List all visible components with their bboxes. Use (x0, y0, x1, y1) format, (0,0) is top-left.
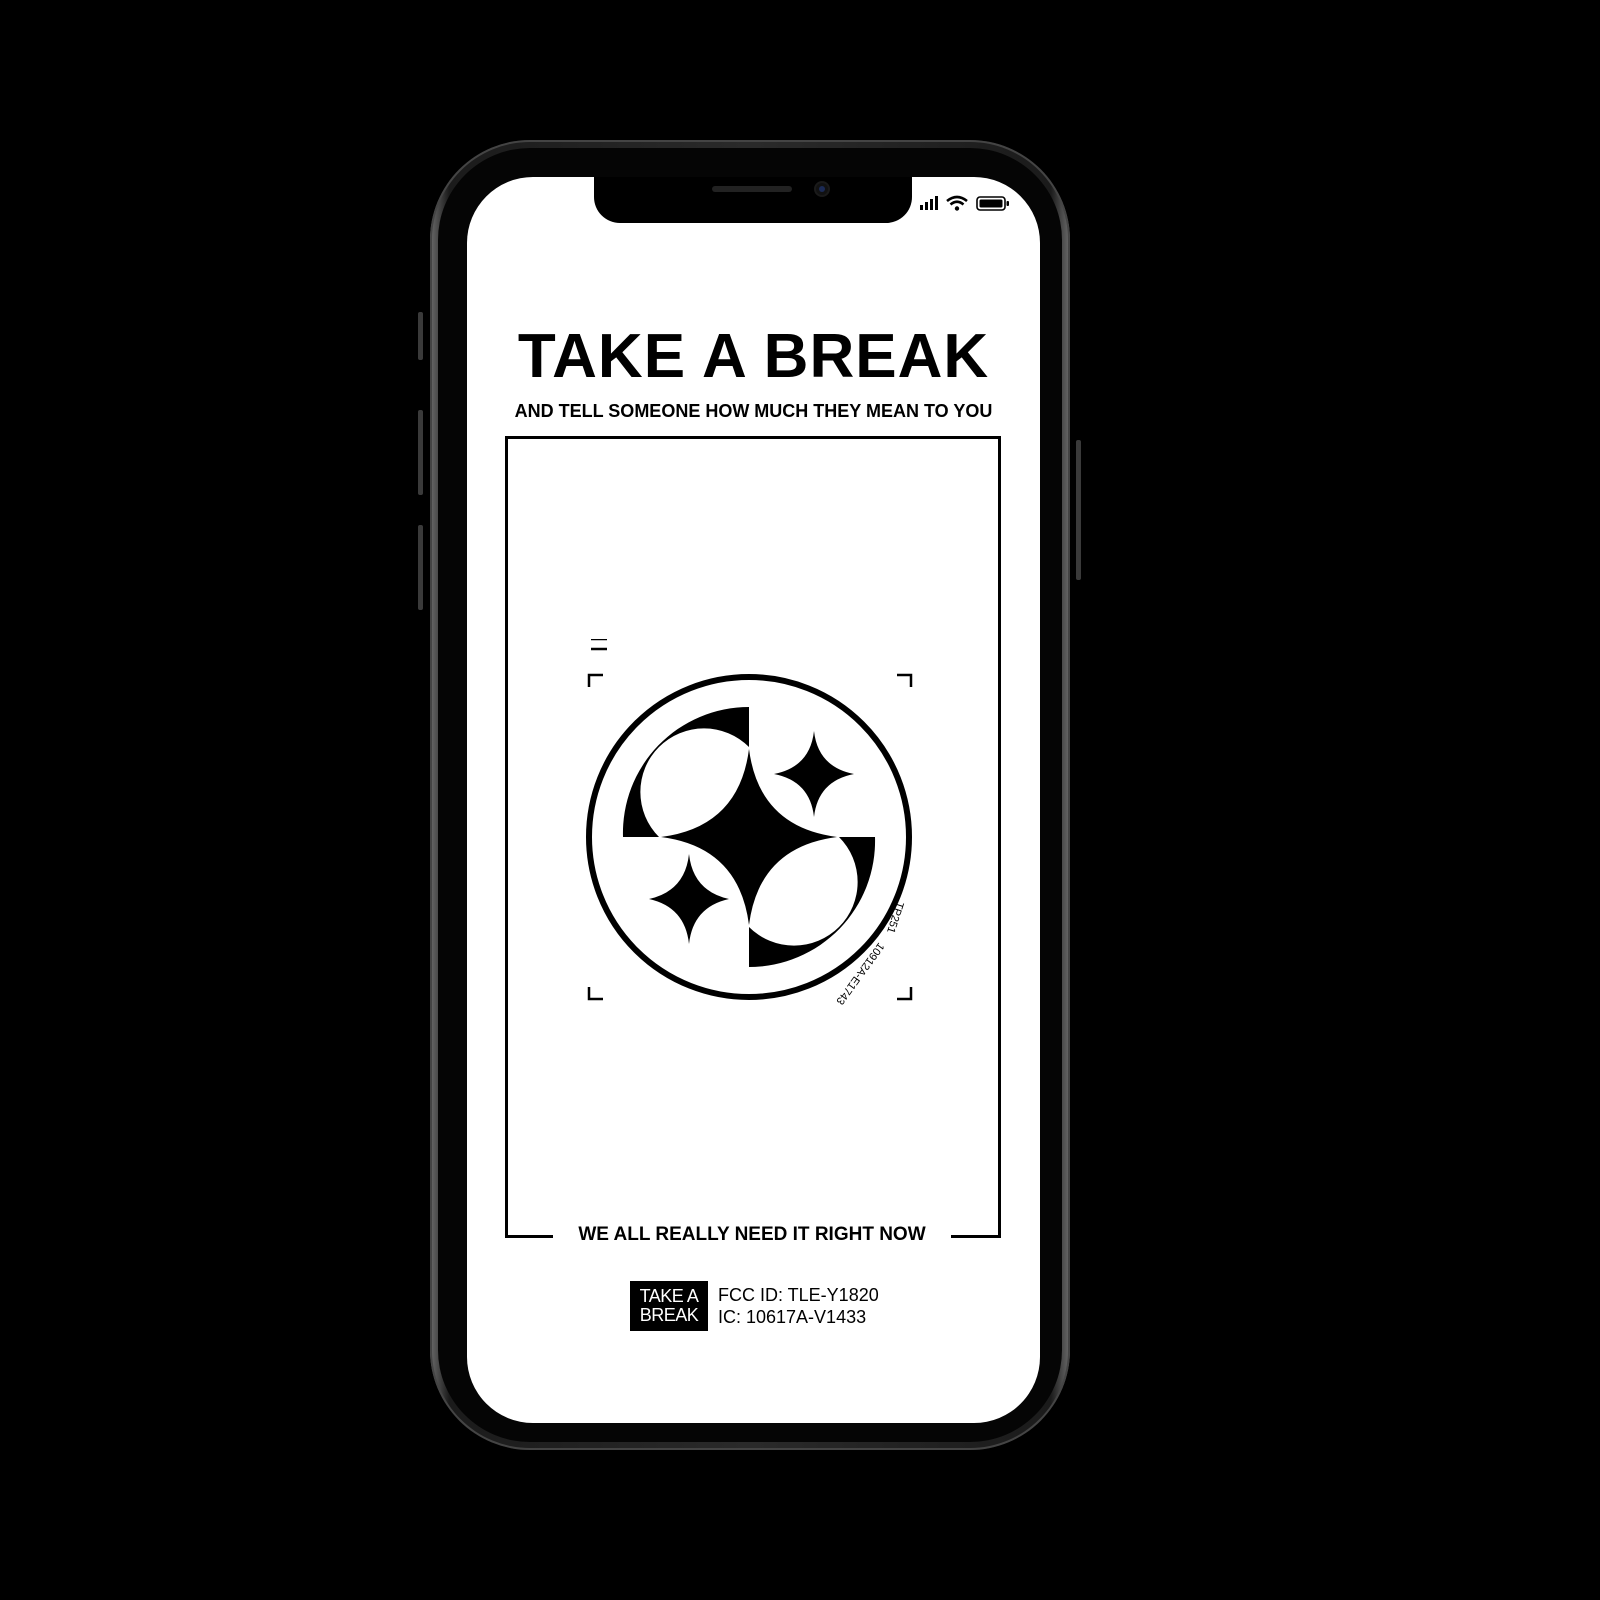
fcc-id: FCC ID: TLE-Y1820 (718, 1285, 879, 1305)
mute-switch (418, 312, 423, 360)
volume-up-button (418, 410, 423, 495)
star-emblem: TP251 10912A-E1743 (586, 639, 913, 1007)
frame-bottom-right-rule (951, 1235, 998, 1238)
subheadline: AND TELL SOMEONE HOW MUCH THEY MEAN TO Y… (514, 401, 993, 421)
badge-line-2: BREAK (639, 1305, 699, 1325)
headline: TAKE A BREAK (517, 322, 990, 391)
earpiece-speaker (712, 186, 792, 192)
wifi-icon (946, 195, 968, 211)
badge-line-1: TAKE A (639, 1286, 699, 1306)
notch (594, 177, 912, 223)
frame-bottom-left-rule (505, 1235, 553, 1238)
front-camera-icon (816, 183, 828, 195)
ic-id: IC: 10617A-V1433 (718, 1307, 867, 1327)
take-a-break-badge: TAKE A BREAK (630, 1281, 708, 1331)
tagline: WE ALL REALLY NEED IT RIGHT NOW (578, 1224, 926, 1245)
regulatory-ids: FCC ID: TLE-Y1820 IC: 10617A-V1433 (718, 1284, 879, 1328)
small-star-icon (649, 854, 729, 944)
small-star-icon (774, 731, 854, 817)
status-bar (920, 195, 1009, 211)
phone-screen: TAKE A BREAK AND TELL SOMEONE HOW MUCH T… (467, 177, 1040, 1423)
power-button (1076, 440, 1081, 580)
volume-down-button (418, 525, 423, 610)
cellular-signal-icon (920, 196, 938, 210)
battery-icon (976, 196, 1009, 211)
